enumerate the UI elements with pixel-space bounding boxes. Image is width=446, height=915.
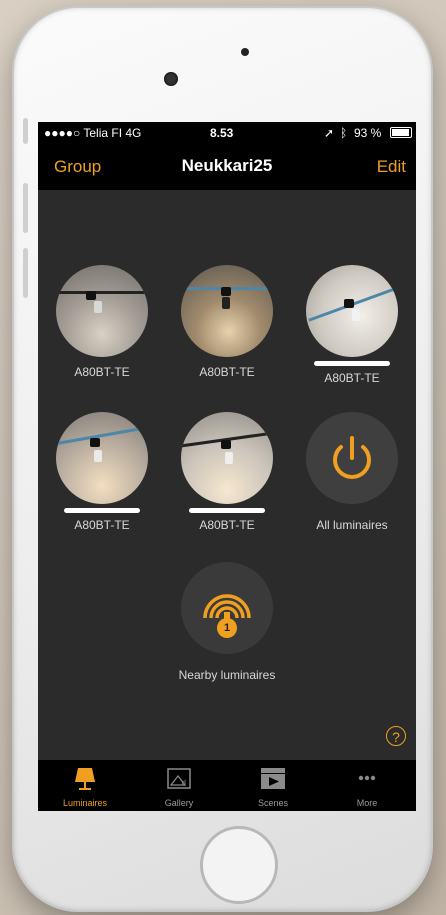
all-luminaires-button[interactable]: All luminaires <box>297 412 407 532</box>
selection-indicator <box>314 361 390 366</box>
tab-gallery[interactable]: d Gallery <box>132 760 226 811</box>
selection-indicator <box>64 508 140 513</box>
bluetooth-icon: ᛒ <box>340 126 348 140</box>
volume-down-button <box>23 248 28 298</box>
tab-label: Scenes <box>257 798 289 808</box>
luminaire-tile[interactable]: A80BT-TE <box>179 412 275 532</box>
status-bar: ●●●●○ Telia FI 4G 8.53 ➚ ᛒ 93 % <box>38 122 416 142</box>
volume-up-button <box>23 183 28 233</box>
selection-indicator <box>189 508 265 513</box>
edit-button[interactable]: Edit <box>377 157 406 177</box>
luminaire-label: A80BT-TE <box>74 365 130 379</box>
more-icon <box>320 766 414 790</box>
front-camera <box>164 72 178 86</box>
luminaire-photo <box>56 412 148 504</box>
svg-text:d: d <box>182 780 186 787</box>
luminaire-label: A80BT-TE <box>324 371 380 385</box>
tab-label: Luminaires <box>62 798 108 808</box>
luminaire-photo <box>56 265 148 357</box>
luminaire-tile[interactable]: A80BT-TE <box>54 412 150 532</box>
app-screen: ●●●●○ Telia FI 4G 8.53 ➚ ᛒ 93 % Group Ne… <box>38 122 416 811</box>
help-icon[interactable]: ? <box>386 726 406 746</box>
earpiece <box>241 48 249 56</box>
luminaire-photo <box>306 265 398 357</box>
mute-switch <box>23 118 28 144</box>
all-luminaires-label: All luminaires <box>316 518 388 532</box>
nearby-luminaires-label: Nearby luminaires <box>178 668 276 682</box>
nearby-luminaires-button[interactable]: 1 Nearby luminaires <box>167 562 287 682</box>
power-icon <box>306 412 398 504</box>
lamp-icon <box>38 766 132 790</box>
luminaire-tile[interactable]: A80BT-TE <box>304 265 400 385</box>
gallery-icon: d <box>132 766 226 790</box>
page-title: Neukkari25 <box>181 156 273 175</box>
carrier-signal: ●●●●○ Telia FI 4G <box>44 126 142 140</box>
tab-more[interactable]: More <box>320 760 414 811</box>
proximity-icon: 1 <box>181 562 273 654</box>
tab-bar: Luminaires d Gallery Scenes More <box>38 760 416 811</box>
luminaire-photo <box>181 265 273 357</box>
battery-percent: 93 % <box>354 126 382 140</box>
home-button[interactable] <box>200 826 278 904</box>
tab-label: Gallery <box>164 798 194 808</box>
tab-label: More <box>356 798 378 808</box>
navigation-bar: Group Neukkari25 Edit <box>38 142 416 190</box>
luminaire-label: A80BT-TE <box>199 518 255 532</box>
tab-scenes[interactable]: Scenes <box>226 760 320 811</box>
luminaire-label: A80BT-TE <box>199 365 255 379</box>
luminaire-photo <box>181 412 273 504</box>
location-icon: ➚ <box>324 126 335 140</box>
nearby-count-badge: 1 <box>217 618 237 638</box>
scenes-icon <box>226 766 320 790</box>
status-time: 8.53 <box>210 126 234 140</box>
luminaire-tile[interactable]: A80BT-TE <box>54 265 150 379</box>
luminaire-label: A80BT-TE <box>74 518 130 532</box>
battery-icon <box>390 127 412 138</box>
luminaire-tile[interactable]: A80BT-TE <box>179 265 275 379</box>
tab-luminaires[interactable]: Luminaires <box>38 760 132 811</box>
